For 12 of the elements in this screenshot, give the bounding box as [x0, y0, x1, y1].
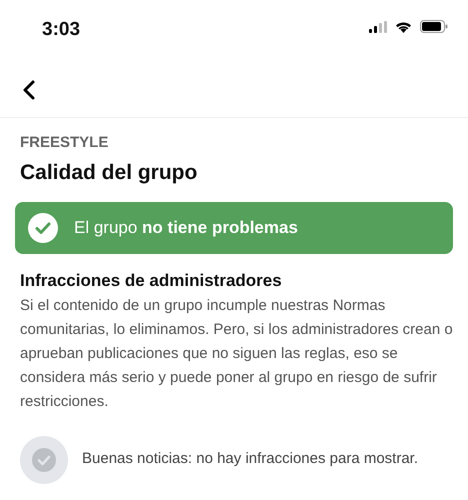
wifi-icon: [395, 20, 412, 32]
section-label: FREESTYLE: [20, 133, 110, 153]
empty-message: Buenas noticias: no hay infracciones para mostrar.: [82, 449, 418, 470]
battery-icon: [420, 20, 448, 33]
check-icon: [28, 213, 58, 243]
check-icon: [20, 436, 68, 484]
section-heading: Infracciones de administradores: [20, 270, 283, 292]
clock-time: 3:03: [42, 18, 80, 42]
status-text: El grupo no tiene problemas: [74, 217, 298, 240]
page-title: Calidad del grupo: [20, 160, 198, 186]
signal-icon: [369, 20, 387, 32]
description-text: Si el contenido de un grupo incumple nuestras Normas comunitarias, lo eliminamos. Pero, si los administradores crean o aprueban publicaciones que no siguen las reglas, eso se considera más serio y puede poner al grupo en riesgo de sufrir restricciones.: [20, 296, 453, 412]
